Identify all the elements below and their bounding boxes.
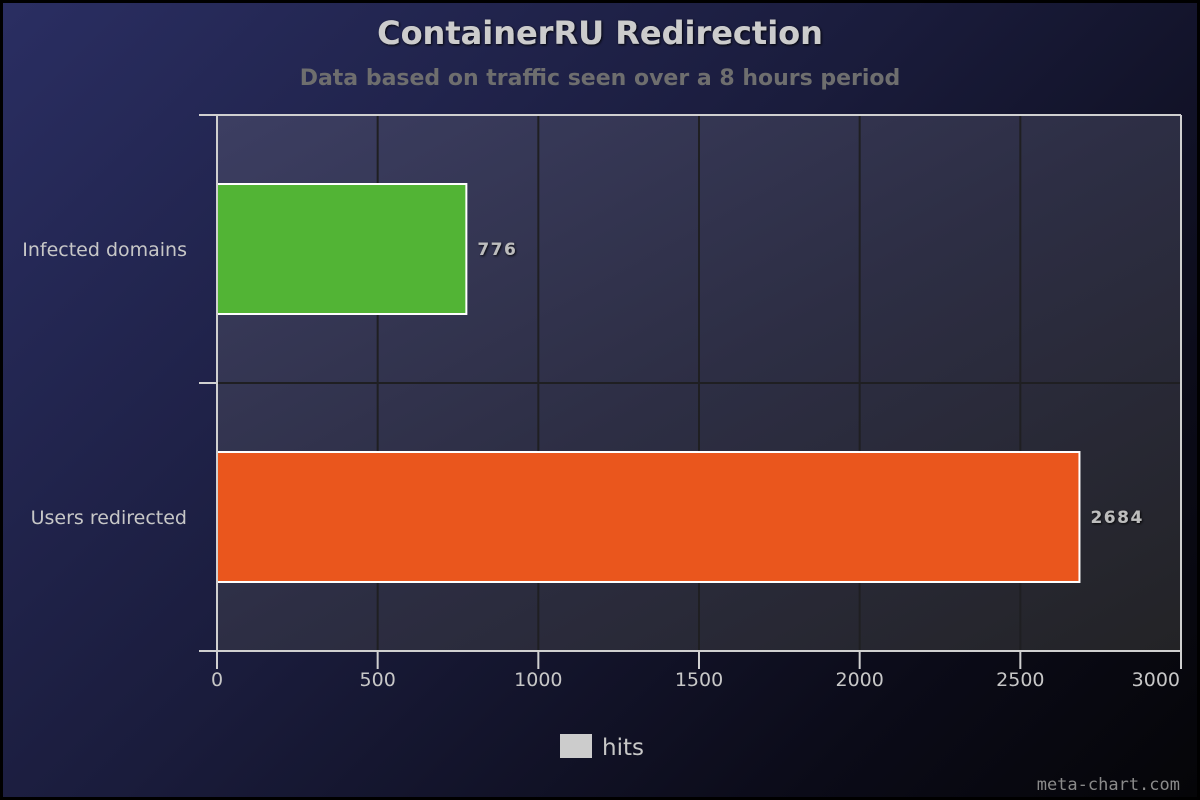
category-label: Users redirected: [31, 507, 187, 529]
data-label: 2684: [1090, 508, 1143, 528]
legend-label-hits: hits: [602, 735, 644, 761]
x-tick-label: 3000: [1132, 669, 1180, 691]
bar-chart: ContainerRU Redirection Data based on tr…: [22, 14, 1182, 795]
x-tick-label: 0: [211, 669, 223, 691]
data-label: 776: [477, 240, 517, 260]
watermark: meta-chart.com: [1037, 775, 1180, 795]
chart-subtitle: Data based on traffic seen over a 8 hour…: [300, 66, 901, 91]
category-label: Infected domains: [22, 239, 187, 261]
x-tick-label: 1500: [675, 669, 723, 691]
x-tick-label: 1000: [514, 669, 562, 691]
legend: hits: [560, 734, 644, 761]
bar-infected-domains: [216, 183, 468, 315]
legend-swatch-hits: [560, 734, 592, 758]
x-tick-label: 2000: [835, 669, 883, 691]
x-tick-label: 2500: [996, 669, 1044, 691]
x-tick-label: 500: [360, 669, 396, 691]
bar-users-redirected: [216, 451, 1081, 583]
chart-title: ContainerRU Redirection: [377, 14, 823, 52]
